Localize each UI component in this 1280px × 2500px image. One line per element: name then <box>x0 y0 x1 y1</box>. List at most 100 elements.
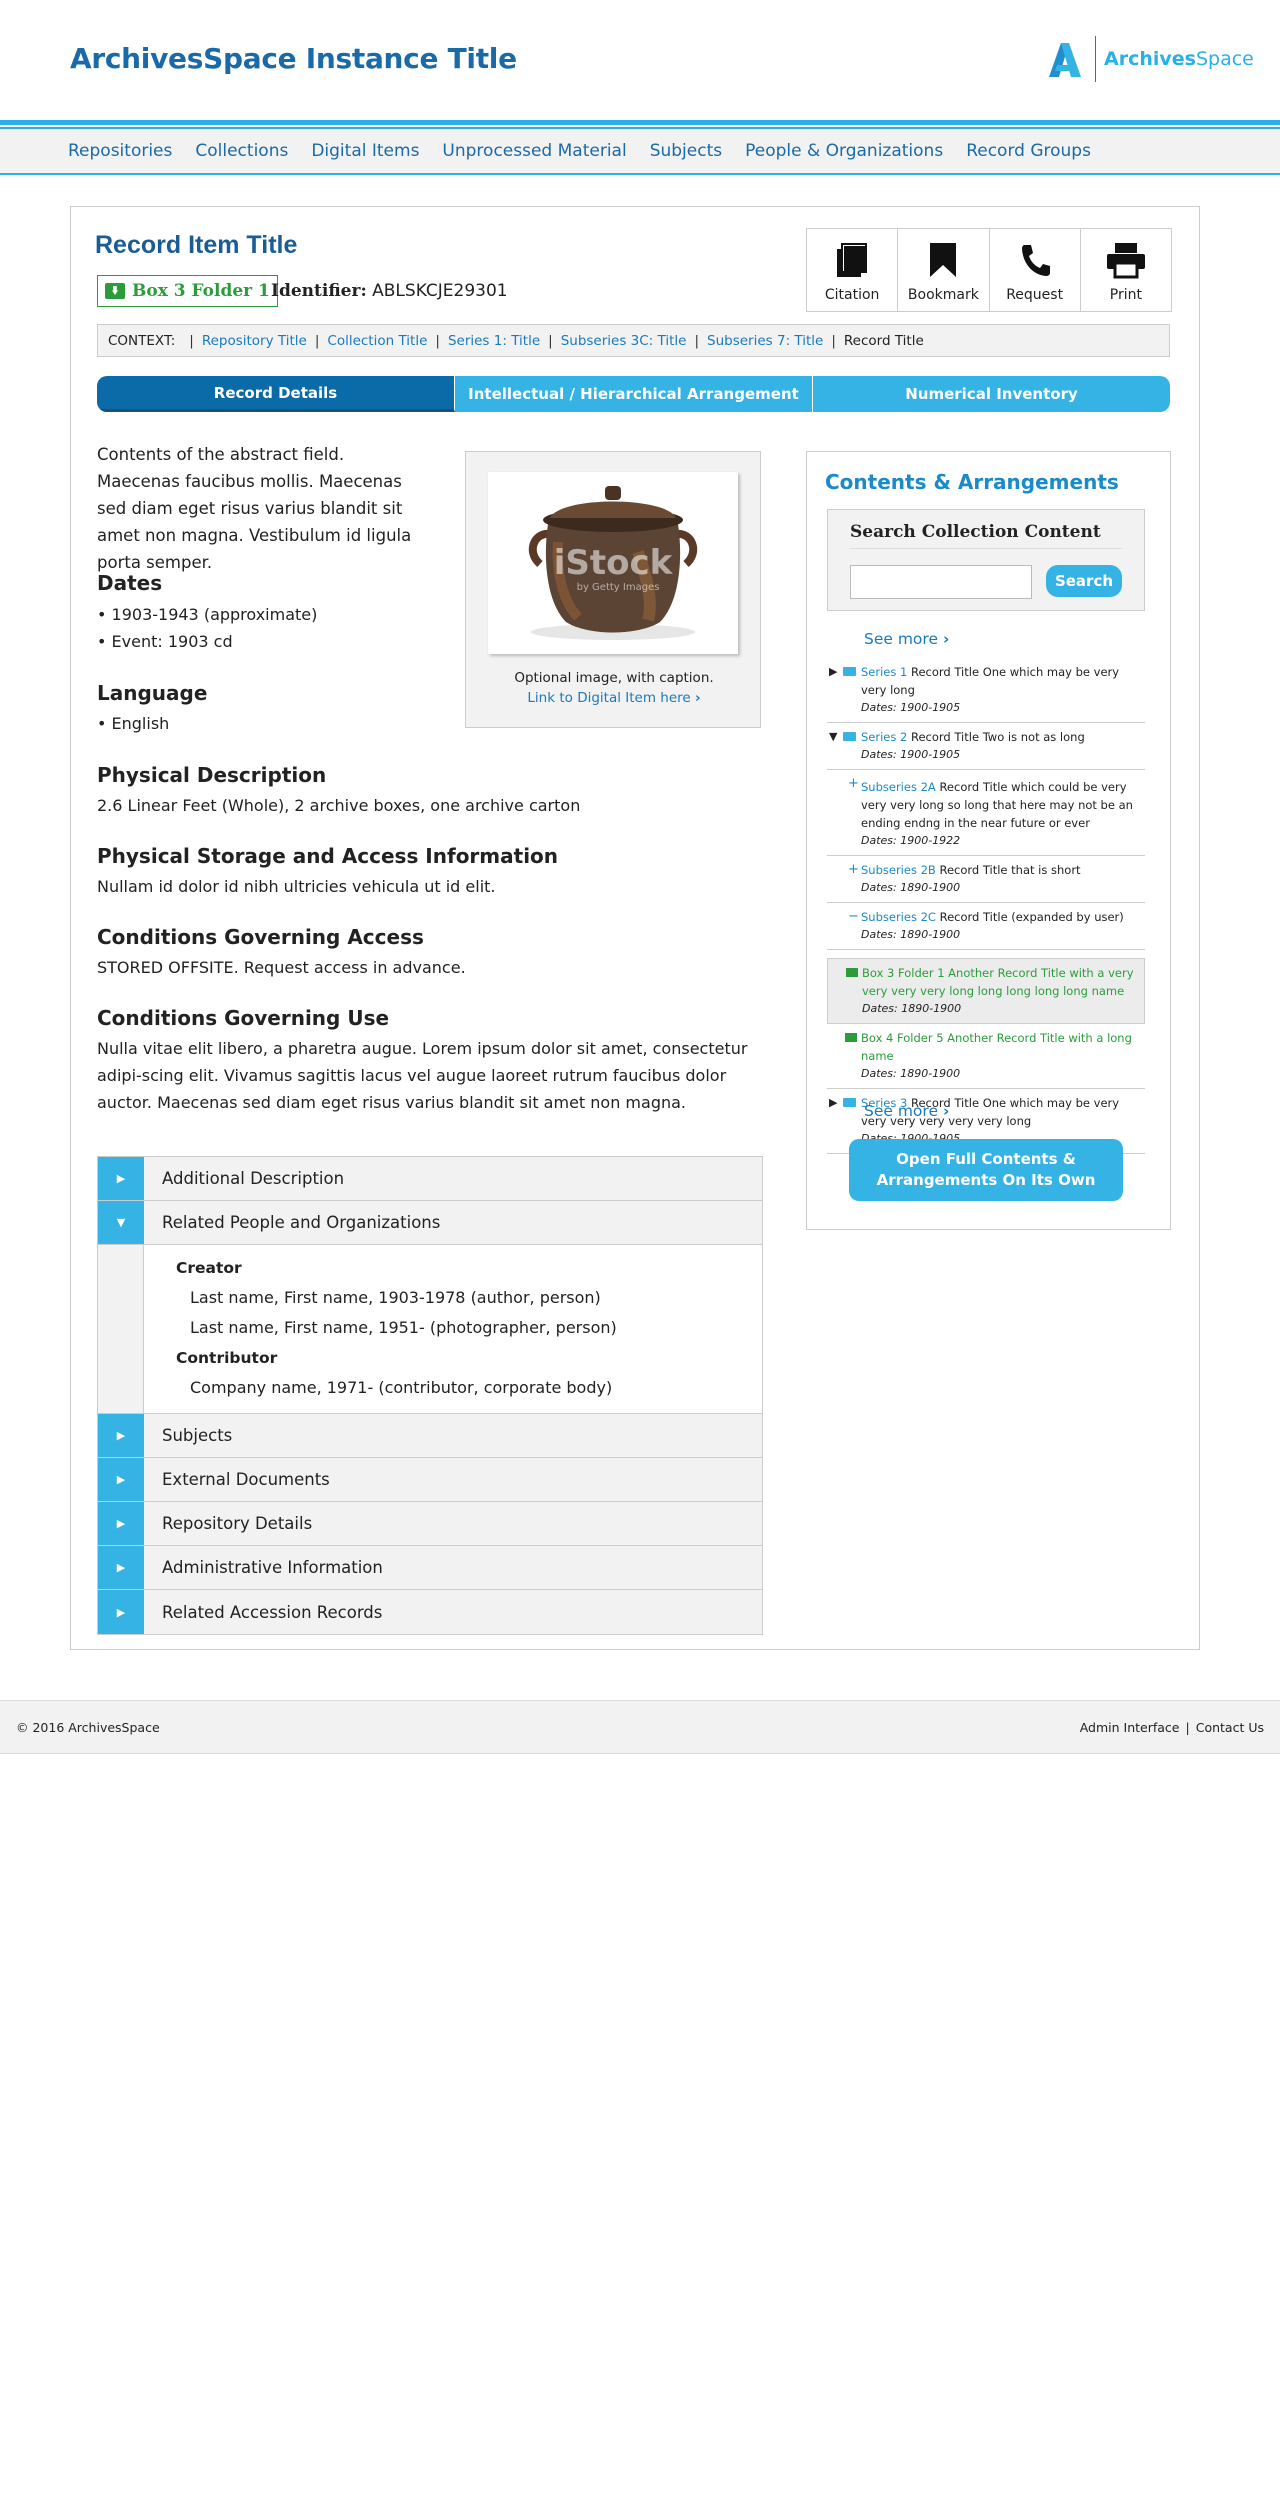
accordion-related-people[interactable]: ▼ Related People and Organizations <box>98 1201 762 1245</box>
access-heading: Conditions Governing Access <box>97 925 424 949</box>
agent-link[interactable]: Last name, First name, 1903-1978 (author… <box>176 1283 617 1313</box>
box-icon <box>105 283 125 299</box>
digital-item-link[interactable]: Link to Digital Item here › <box>466 690 762 706</box>
nav-unprocessed-material[interactable]: Unprocessed Material <box>442 141 626 161</box>
abstract-text: Contents of the abstract field. Maecenas… <box>97 445 412 572</box>
plus-icon[interactable]: + <box>848 775 859 793</box>
copyright: © 2016 ArchivesSpace <box>16 1720 160 1735</box>
breadcrumb-series[interactable]: Series 1: Title <box>448 333 540 349</box>
request-button[interactable]: Request <box>990 229 1081 311</box>
use-heading: Conditions Governing Use <box>97 1006 390 1030</box>
chevron-right-icon: › <box>942 1102 950 1120</box>
expand-arrow-icon[interactable]: ▶ <box>98 1502 144 1545</box>
breadcrumb-subseries-7[interactable]: Subseries 7: Title <box>707 333 823 349</box>
tab-record-details[interactable]: Record Details <box>97 376 455 412</box>
collection-search: Search Collection Content Search <box>827 509 1145 611</box>
expand-arrow-icon[interactable]: ▶ <box>98 1414 144 1457</box>
tree-item[interactable]: + Subseries 2A Record Title which could … <box>827 770 1145 856</box>
identifier: Identifier: ABLSKCJE29301 <box>271 281 508 301</box>
see-more-top[interactable]: See more › <box>864 630 949 648</box>
container-badge: Box 3 Folder 1 <box>97 275 278 307</box>
breadcrumb-collection[interactable]: Collection Title <box>327 333 427 349</box>
record-actions: Citation Bookmark Request Print <box>806 228 1172 312</box>
image-caption: Optional image, with caption. <box>514 670 714 686</box>
breadcrumb-subseries-3c[interactable]: Subseries 3C: Title <box>561 333 687 349</box>
box-icon <box>845 1033 857 1042</box>
container-label: Box 3 Folder 1 <box>132 281 270 301</box>
phone-icon <box>1021 245 1050 276</box>
chevron-right-icon: › <box>942 630 950 648</box>
tree-item[interactable]: + Subseries 2B Record Title that is shor… <box>827 856 1145 903</box>
expand-triangle-icon[interactable]: ▶ <box>829 1094 837 1112</box>
tree-item[interactable]: ▶ Series 1 Record Title One which may be… <box>827 658 1145 723</box>
accordion-administrative-information[interactable]: ▶ Administrative Information <box>98 1546 762 1590</box>
image-panel: iStock by Getty Images Optional image, w… <box>465 451 761 728</box>
accordion-related-accessions[interactable]: ▶ Related Accession Records <box>98 1590 762 1634</box>
search-heading: Search Collection Content <box>850 522 1122 549</box>
nav-people-organizations[interactable]: People & Organizations <box>745 141 943 161</box>
logo-text: ArchivesSpace <box>1104 48 1254 70</box>
see-more-bottom[interactable]: See more › <box>864 1102 949 1120</box>
tab-hierarchical-arrangement[interactable]: Intellectual / Hierarchical Arrangement <box>455 376 813 412</box>
language-item: • English <box>97 714 170 733</box>
accordion-additional-description[interactable]: ▶ Additional Description <box>98 1157 762 1201</box>
tab-numerical-inventory[interactable]: Numerical Inventory <box>813 376 1170 412</box>
search-input[interactable] <box>850 565 1032 599</box>
dates-item-2: • Event: 1903 cd <box>97 632 233 651</box>
physdesc-text: 2.6 Linear Feet (Whole), 2 archive boxes… <box>97 796 581 815</box>
nav-subjects[interactable]: Subjects <box>650 141 722 161</box>
agent-link[interactable]: Company name, 1971- (contributor, corpor… <box>176 1373 617 1403</box>
site-title[interactable]: ArchivesSpace Instance Title <box>70 42 517 75</box>
nav-digital-items[interactable]: Digital Items <box>311 141 419 161</box>
nav-collections[interactable]: Collections <box>195 141 288 161</box>
contributor-role: Contributor <box>176 1349 278 1367</box>
header-stripe <box>0 120 1280 125</box>
agent-link[interactable]: Last name, First name, 1951- (photograph… <box>176 1313 617 1343</box>
record-title: Record Item Title <box>95 231 298 259</box>
site-header: ArchivesSpace Instance Title ArchivesSpa… <box>0 0 1280 120</box>
collapse-triangle-icon[interactable]: ▼ <box>829 728 837 746</box>
contact-us-link[interactable]: Contact Us <box>1196 1720 1264 1735</box>
expand-triangle-icon[interactable]: ▶ <box>829 663 837 681</box>
tree-item[interactable]: − Subseries 2C Record Title (expanded by… <box>827 903 1145 950</box>
contents-sidebar: Contents & Arrangements Search Collectio… <box>806 451 1171 1230</box>
plus-icon[interactable]: + <box>848 861 859 879</box>
open-full-contents-button[interactable]: Open Full Contents & Arrangements On Its… <box>849 1139 1123 1201</box>
print-button[interactable]: Print <box>1081 229 1171 311</box>
search-button[interactable]: Search <box>1046 565 1122 597</box>
admin-interface-link[interactable]: Admin Interface <box>1080 1720 1180 1735</box>
minus-icon[interactable]: − <box>848 908 859 926</box>
bookmark-button[interactable]: Bookmark <box>898 229 990 311</box>
logo-a-icon <box>1045 39 1085 79</box>
sidebar-title: Contents & Arrangements <box>825 470 1119 494</box>
accordion-external-documents[interactable]: ▶ External Documents <box>98 1458 762 1502</box>
creator-role: Creator <box>176 1259 242 1277</box>
expand-arrow-icon[interactable]: ▶ <box>98 1157 144 1200</box>
accordion-subjects[interactable]: ▶ Subjects <box>98 1414 762 1458</box>
related-people-panel: Creator Last name, First name, 1903-1978… <box>98 1245 762 1414</box>
identifier-label: Identifier: <box>271 281 367 301</box>
footer-links: Admin Interface | Contact Us <box>1079 1720 1264 1735</box>
site-footer: © 2016 ArchivesSpace Admin Interface | Con… <box>0 1700 1280 1754</box>
collapse-arrow-icon[interactable]: ▼ <box>98 1201 144 1244</box>
breadcrumb: CONTEXT: | Repository Title | Collection… <box>97 324 1170 357</box>
dates-heading: Dates <box>97 571 163 595</box>
image-watermark-sub: by Getty Images <box>577 582 660 593</box>
record-image[interactable]: iStock by Getty Images <box>488 472 738 654</box>
tree-item-current[interactable]: Box 3 Folder 1 Another Record Title with… <box>827 958 1145 1024</box>
print-icon <box>1106 243 1145 279</box>
chevron-right-icon: › <box>695 690 701 706</box>
expand-arrow-icon[interactable]: ▶ <box>98 1590 144 1634</box>
physdesc-heading: Physical Description <box>97 763 327 787</box>
accordion-repository-details[interactable]: ▶ Repository Details <box>98 1502 762 1546</box>
archivesspace-logo[interactable]: ArchivesSpace <box>1045 36 1254 82</box>
bookmark-icon <box>930 243 957 277</box>
nav-record-groups[interactable]: Record Groups <box>966 141 1091 161</box>
breadcrumb-repository[interactable]: Repository Title <box>202 333 307 349</box>
tree-item[interactable]: ▼ Series 2 Record Title Two is not as lo… <box>827 723 1145 770</box>
tree-item[interactable]: Box 4 Folder 5 Another Record Title with… <box>827 1024 1145 1089</box>
expand-arrow-icon[interactable]: ▶ <box>98 1546 144 1589</box>
expand-arrow-icon[interactable]: ▶ <box>98 1458 144 1501</box>
citation-button[interactable]: Citation <box>807 229 899 311</box>
nav-repositories[interactable]: Repositories <box>68 141 172 161</box>
